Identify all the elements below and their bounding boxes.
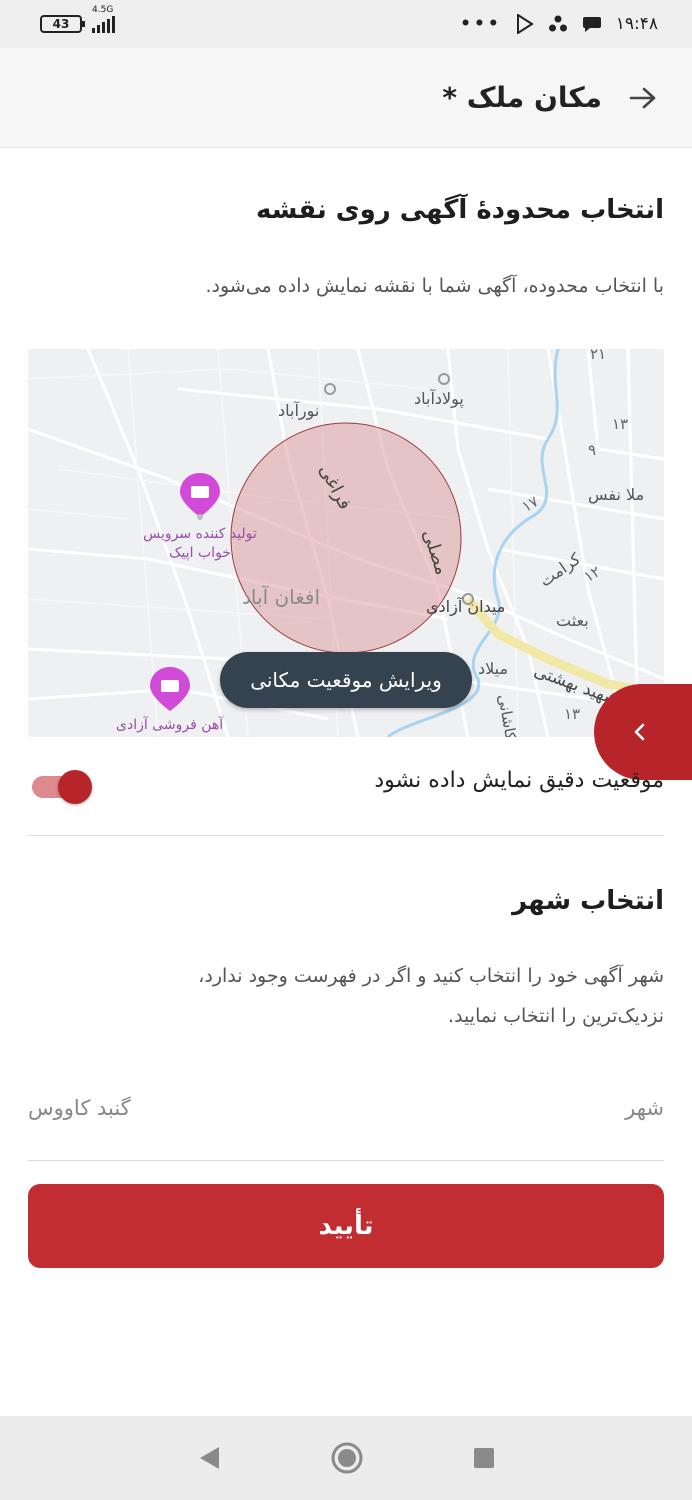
- toggle-knob: [58, 770, 92, 804]
- map-label-poi-1: تولید کننده سرویس خواب اپیک: [138, 525, 262, 563]
- status-right: ••• ۱۹:۴۸: [460, 14, 658, 34]
- city-section-title: انتخاب شهر: [512, 886, 664, 916]
- section-divider: [28, 835, 664, 836]
- nav-back-icon[interactable]: [197, 1445, 221, 1471]
- hide-exact-location-toggle[interactable]: [32, 770, 94, 804]
- play-store-icon: [516, 14, 534, 34]
- city-field-underline: [28, 1160, 664, 1161]
- map-section-title: انتخاب محدودهٔ آگهی روی نقشه: [256, 195, 664, 225]
- network-type: 4.5G: [92, 5, 114, 15]
- map-label-9: ۹: [588, 441, 597, 459]
- city-description-line1: شهر آگهی خود را انتخاب کنید و اگر در فهر…: [198, 965, 664, 987]
- city-field-value: گنبد کاووس: [28, 1096, 131, 1120]
- map-label-milad: میلاد: [478, 659, 509, 678]
- map-label-meydan-azadi: میدان آزادی: [426, 597, 506, 616]
- city-field-label: شهر: [625, 1096, 664, 1120]
- battery-level: 43: [52, 17, 70, 31]
- map-label-13: ۱۳: [612, 415, 629, 433]
- city-description-line2: نزدیک‌ترین را انتخاب نمایید.: [448, 1005, 664, 1027]
- page-title: مکان ملک *: [442, 81, 602, 114]
- clock: ۱۹:۴۸: [615, 14, 658, 34]
- signal-icon: 4.5G: [92, 5, 115, 33]
- battery-icon: 43: [40, 15, 85, 33]
- edit-location-button[interactable]: ویرایش موقعیت مکانی: [220, 652, 472, 708]
- more-notifications-icon: •••: [460, 14, 502, 34]
- place-dot-pouladabad: [438, 373, 450, 385]
- status-bar: 43 4.5G ••• ۱۹:۴۸: [0, 0, 692, 48]
- map-label-pouladabad: پولادآباد: [414, 389, 464, 408]
- message-icon: [582, 17, 601, 32]
- city-select-field[interactable]: [28, 1080, 664, 1160]
- hide-exact-location-label: موقعیت دقیق نمایش داده نشود: [374, 768, 664, 793]
- nav-home-icon[interactable]: [331, 1442, 363, 1474]
- poi-1-line1: تولید کننده سرویس: [143, 526, 257, 542]
- map-label-beasat: بعثت: [556, 611, 589, 630]
- back-button[interactable]: [628, 83, 658, 113]
- map-label-poi-2: آهن فروشی آزادی: [116, 717, 224, 733]
- map-label-molla-nafas: ملا نفس: [588, 485, 645, 504]
- poi-1-line2: خواب اپیک: [169, 545, 231, 561]
- map-label-nourabad: نورآباد: [278, 401, 320, 420]
- status-left: 43 4.5G: [40, 5, 115, 33]
- map-section-description: با انتخاب محدوده، آگهی شما با نقشه نمایش…: [205, 275, 664, 297]
- confirm-button[interactable]: تأیید: [28, 1184, 664, 1268]
- arrow-right-icon: [629, 87, 656, 108]
- nav-recents-icon[interactable]: [473, 1447, 495, 1469]
- map-label-afghanabad: افغان آباد: [242, 585, 321, 609]
- map-label-13b: ۱۳: [564, 705, 581, 723]
- system-nav-bar: [0, 1416, 692, 1500]
- side-drawer-tab[interactable]: [594, 684, 692, 780]
- place-dot-nourabad: [324, 383, 336, 395]
- city-section-description: شهر آگهی خود را انتخاب کنید و اگر در فهر…: [198, 956, 664, 1036]
- app-notification-icon: [548, 15, 567, 32]
- poi-marker-1: [180, 473, 220, 520]
- chevron-left-icon: [634, 723, 645, 741]
- app-header: مکان ملک *: [0, 48, 692, 148]
- map-label-21: ۲۱: [590, 349, 607, 363]
